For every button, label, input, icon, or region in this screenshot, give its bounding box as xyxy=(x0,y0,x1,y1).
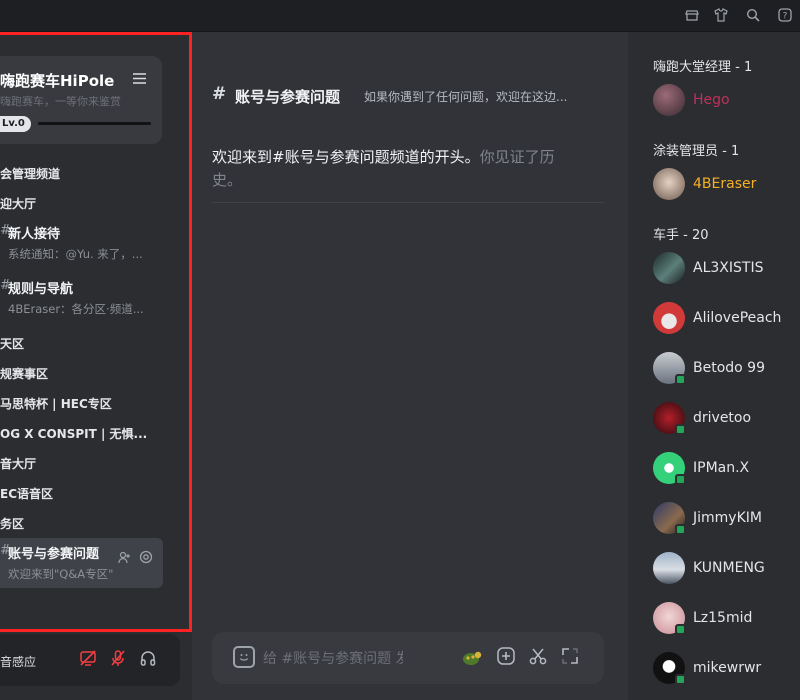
member-name: Lz15mid xyxy=(693,610,753,626)
member-item[interactable]: mikewrwr xyxy=(653,652,800,686)
settings-icon[interactable] xyxy=(139,550,153,568)
channel-hash-icon: # xyxy=(212,84,227,104)
member-item[interactable]: JimmyKIM xyxy=(653,502,800,536)
member-group-title: 车手 - 20 xyxy=(653,228,709,243)
turtle-emoji-icon[interactable] xyxy=(460,646,484,670)
channel-preview: 4BEraser：各分区·频道... xyxy=(8,302,144,316)
level-progress-bar xyxy=(38,122,151,125)
member-item[interactable]: Lz15mid xyxy=(653,602,800,636)
online-status-icon xyxy=(675,674,686,685)
member-item[interactable]: drivetoo xyxy=(653,402,800,436)
member-name: AL3XISTIS xyxy=(693,260,764,276)
welcome-text: 欢迎来到#账号与参赛问题频道的开头。 xyxy=(212,148,480,166)
avatar xyxy=(653,84,685,116)
headphones-icon[interactable] xyxy=(138,649,158,669)
member-item[interactable]: AlilovePeach xyxy=(653,302,800,336)
channel-title: 账号与参赛问题 xyxy=(235,88,341,106)
category-item[interactable]: EC语音区 xyxy=(0,485,53,502)
sticker-icon[interactable] xyxy=(233,646,255,668)
category-item[interactable]: 马思特杯 | HEC专区 xyxy=(0,395,112,412)
channel-sidebar: 嗨跑赛车HiPole 嗨跑赛车，一等你来鉴赏 Lv.0 会管理频道 迎大厅 # … xyxy=(0,32,192,700)
search-icon[interactable] xyxy=(745,8,761,24)
member-item[interactable]: 4BEraser xyxy=(653,168,800,202)
shop-icon[interactable] xyxy=(684,8,700,24)
shirt-icon[interactable] xyxy=(713,8,729,24)
member-item[interactable]: Betodo 99 xyxy=(653,352,800,386)
expand-icon[interactable] xyxy=(558,646,582,670)
member-item[interactable]: AL3XISTIS xyxy=(653,252,800,286)
scissors-icon[interactable] xyxy=(526,646,550,670)
member-item[interactable]: KUNMENG xyxy=(653,552,800,586)
member-name: AlilovePeach xyxy=(693,310,782,326)
title-bar: ? xyxy=(0,0,800,32)
member-group-title: 嗨跑大堂经理 - 1 xyxy=(653,60,753,75)
screen-share-off-icon[interactable] xyxy=(78,649,98,669)
menu-icon[interactable] xyxy=(133,70,146,88)
category-item[interactable]: OG X CONSPIT | 无惧... xyxy=(0,425,147,442)
member-name: Hego xyxy=(693,92,730,108)
member-name: 4BEraser xyxy=(693,176,757,192)
channel-item-rules[interactable]: 规则与导航 xyxy=(8,278,73,297)
member-name: mikewrwr xyxy=(693,660,762,676)
voice-panel: 音感应 xyxy=(0,634,180,686)
divider xyxy=(212,202,604,203)
level-badge: Lv.0 xyxy=(0,116,31,132)
member-name: KUNMENG xyxy=(693,560,765,576)
channel-actions xyxy=(118,550,153,568)
message-input[interactable]: 给 #账号与参赛问题 发... xyxy=(263,648,403,668)
member-name: drivetoo xyxy=(693,410,752,426)
online-status-icon xyxy=(675,624,686,635)
invite-icon[interactable] xyxy=(118,551,135,568)
avatar xyxy=(653,168,685,200)
avatar xyxy=(653,302,685,334)
channel-item-newcomer[interactable]: 新人接待 xyxy=(8,223,60,242)
help-icon[interactable]: ? xyxy=(777,8,793,24)
server-subtitle: 嗨跑赛车，一等你来鉴赏 xyxy=(0,95,121,108)
avatar xyxy=(653,552,685,584)
message-composer[interactable]: 给 #账号与参赛问题 发... xyxy=(212,632,604,684)
online-status-icon xyxy=(675,524,686,535)
category-item[interactable]: 天区 xyxy=(0,335,24,352)
channel-topic[interactable]: 如果你遇到了任何问题，欢迎在这边... xyxy=(364,88,604,105)
category-item[interactable]: 音大厅 xyxy=(0,455,36,472)
chat-area: # 账号与参赛问题 如果你遇到了任何问题，欢迎在这边... 欢迎来到#账号与参赛… xyxy=(192,32,628,700)
member-item[interactable]: Hego xyxy=(653,84,800,118)
member-group-title: 涂装管理员 - 1 xyxy=(653,144,740,159)
online-status-icon xyxy=(675,374,686,385)
online-status-icon xyxy=(675,424,686,435)
active-channel-preview: 欢迎来到"Q&A专区" xyxy=(8,567,114,581)
active-channel-name[interactable]: 账号与参赛问题 xyxy=(8,543,99,562)
category-item[interactable]: 迎大厅 xyxy=(0,195,36,212)
online-status-icon xyxy=(675,474,686,485)
member-name: JimmyKIM xyxy=(693,510,762,526)
add-attachment-icon[interactable] xyxy=(494,646,518,670)
category-item[interactable]: 务区 xyxy=(0,515,24,532)
member-list: 嗨跑大堂经理 - 1 Hego 涂装管理员 - 1 4BEraser 车手 - … xyxy=(628,32,800,700)
member-name: IPMan.X xyxy=(693,460,750,476)
channel-preview: 系统通知：@Yu. 来了，... xyxy=(8,247,143,261)
category-item[interactable]: 规赛事区 xyxy=(0,365,48,382)
welcome-message: 欢迎来到#账号与参赛问题频道的开头。你见证了历史。 xyxy=(212,146,584,192)
voice-sensing-label: 音感应 xyxy=(0,655,37,669)
member-name: Betodo 99 xyxy=(693,360,765,376)
svg-text:?: ? xyxy=(783,12,788,22)
mic-muted-icon[interactable] xyxy=(108,649,128,669)
category-item[interactable]: 会管理频道 xyxy=(0,165,60,182)
server-name: 嗨跑赛车HiPole xyxy=(0,72,115,90)
member-item[interactable]: IPMan.X xyxy=(653,452,800,486)
avatar xyxy=(653,252,685,284)
